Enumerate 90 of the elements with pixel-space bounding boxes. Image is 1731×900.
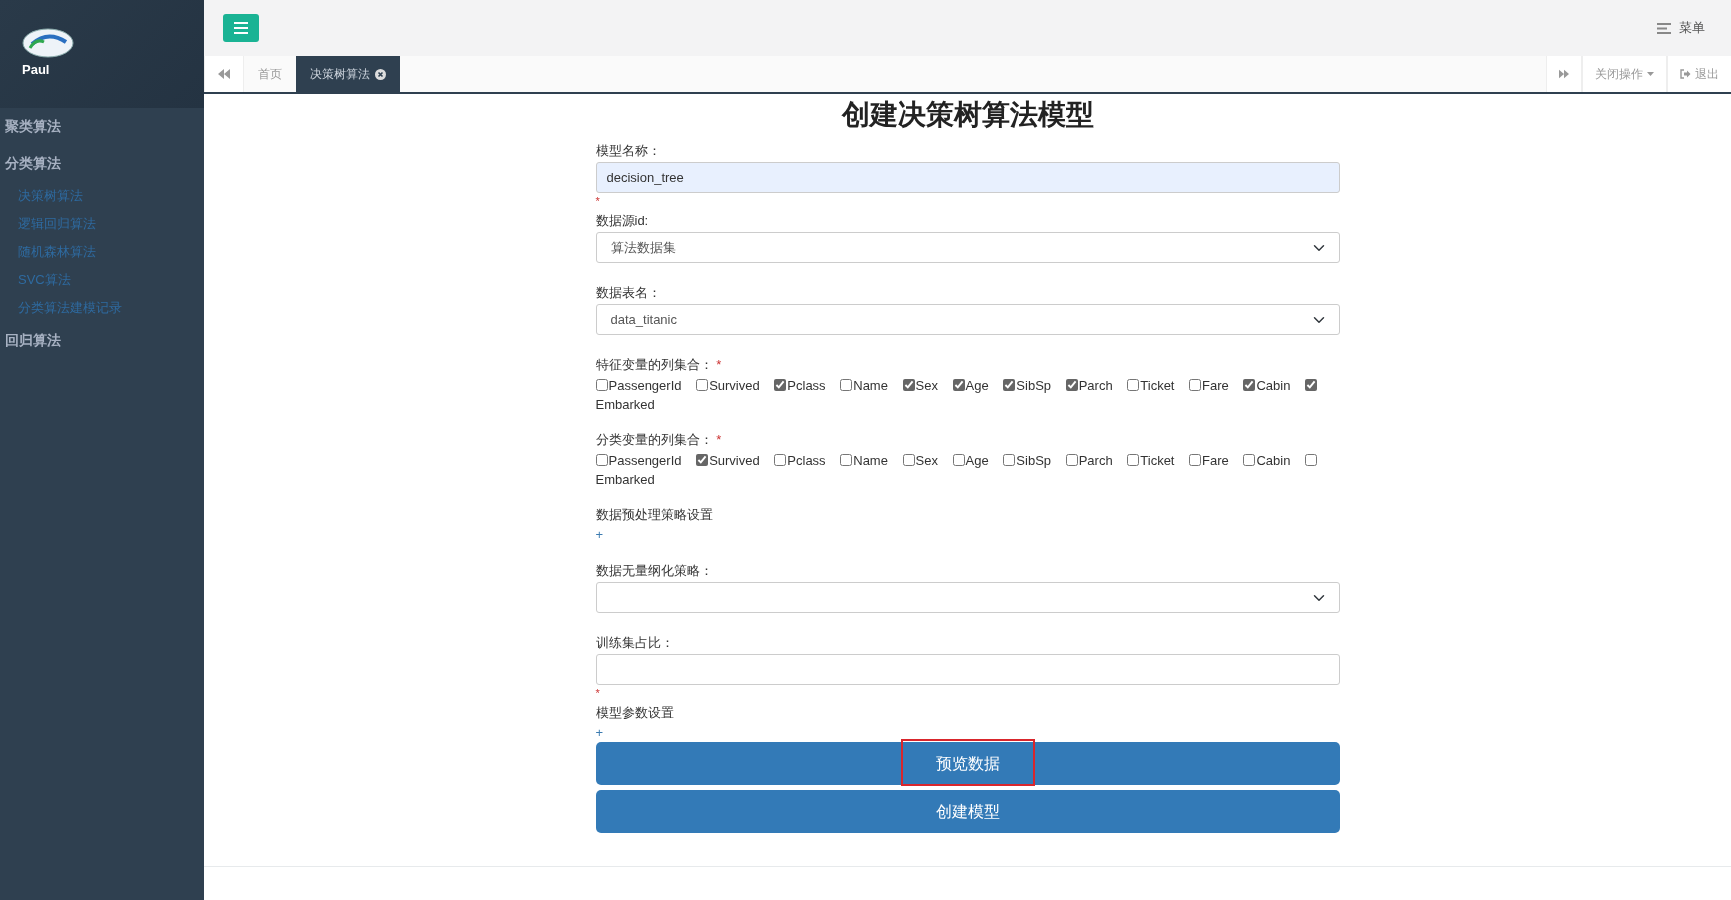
field-label: 特征变量的列集合： <box>595 357 713 372</box>
close-icon[interactable] <box>375 68 386 80</box>
checkbox[interactable] <box>1127 454 1140 466</box>
checkbox-label: Fare <box>1202 378 1229 393</box>
checkbox[interactable] <box>1003 454 1016 466</box>
double-left-arrow-icon <box>218 69 230 79</box>
sidebar-item[interactable]: 回归算法 <box>0 322 204 359</box>
checkbox[interactable] <box>952 379 965 391</box>
checkbox-label: Parch <box>1078 378 1113 393</box>
required-mark: * <box>595 686 601 701</box>
checkbox-label: Survived <box>709 453 760 468</box>
required-mark: * <box>716 357 722 372</box>
checkbox[interactable] <box>1127 379 1140 391</box>
checkbox-label: Ticket <box>1140 453 1175 468</box>
page-title: 创建决策树算法模型 <box>840 98 1095 132</box>
required-mark: * <box>716 432 722 447</box>
user-name: Paul <box>22 61 50 79</box>
field-label: 数据无量纲化策略： <box>595 562 714 580</box>
checkbox[interactable] <box>840 454 853 466</box>
checkbox[interactable] <box>1305 454 1318 466</box>
checkbox[interactable] <box>1189 454 1202 466</box>
tab[interactable]: 决策树算法 <box>296 56 400 92</box>
checkbox-label: PassengerId <box>608 378 682 393</box>
checkbox-label: Ticket <box>1140 378 1175 393</box>
checkbox-label: Cabin <box>1256 378 1291 393</box>
checkbox-label: Survived <box>709 378 760 393</box>
checkbox-label: PassengerId <box>608 453 682 468</box>
caret-icon <box>1647 72 1654 76</box>
field-label: 数据源id: <box>595 212 650 230</box>
submit-button[interactable]: 预览数据 <box>595 742 1340 785</box>
required-mark: * <box>595 194 601 209</box>
checkbox-label: Pclass <box>787 453 826 468</box>
checkbox[interactable] <box>1065 454 1078 466</box>
expand-toggle[interactable]: + <box>595 724 1340 742</box>
menu-icon <box>234 22 248 34</box>
scroll-left-button[interactable] <box>204 56 244 92</box>
checkbox[interactable] <box>1189 379 1202 391</box>
checkbox-label: Name <box>853 378 888 393</box>
checkbox[interactable] <box>1243 379 1256 391</box>
checkbox-label: Sex <box>915 378 938 393</box>
checkbox-label: Embarked <box>595 472 655 487</box>
checkbox[interactable] <box>840 379 853 391</box>
checkbox-label: Age <box>965 378 989 393</box>
checkbox[interactable] <box>696 379 709 391</box>
close-options-dropdown[interactable]: 关闭操作 <box>1582 56 1667 92</box>
double-right-arrow-icon <box>1559 69 1569 79</box>
logo-icon <box>22 28 74 58</box>
logout-button[interactable]: 退出 <box>1667 56 1731 92</box>
checkbox[interactable] <box>952 454 965 466</box>
checkbox[interactable] <box>1243 454 1256 466</box>
sidebar-item[interactable]: 聚类算法 <box>0 108 204 145</box>
field-label: 分类变量的列集合： <box>595 432 713 447</box>
checkbox[interactable] <box>902 454 915 466</box>
field-label: 模型名称： <box>595 142 662 160</box>
checkbox-label: SibSp <box>1016 453 1052 468</box>
checkbox-label: Cabin <box>1256 453 1291 468</box>
checkbox-label: Name <box>853 453 888 468</box>
menu-toggle-button[interactable] <box>223 14 259 42</box>
checkbox[interactable] <box>595 379 608 391</box>
checkbox-label: SibSp <box>1016 378 1052 393</box>
checkbox-label: Sex <box>915 453 938 468</box>
menu-icon <box>1657 22 1671 34</box>
checkbox-label: Embarked <box>595 397 655 412</box>
input-field[interactable] <box>595 654 1340 685</box>
expand-toggle[interactable]: + <box>595 526 1340 544</box>
select-field[interactable] <box>595 582 1340 613</box>
checkbox[interactable] <box>1003 379 1016 391</box>
field-label: 数据表名： <box>595 284 662 302</box>
input-field[interactable]: decision_tree <box>595 162 1340 193</box>
checkbox[interactable] <box>774 454 787 466</box>
checkbox[interactable] <box>902 379 915 391</box>
checkbox[interactable] <box>1305 379 1318 391</box>
checkbox-label: Parch <box>1078 453 1113 468</box>
section-title: 数据预处理策略设置 <box>595 506 714 524</box>
checkbox[interactable] <box>696 454 709 466</box>
checkbox[interactable] <box>595 454 608 466</box>
checkbox-label: Pclass <box>787 378 826 393</box>
sidebar-item[interactable]: 分类算法 <box>0 145 204 182</box>
menu-link[interactable]: 菜单 <box>1679 18 1705 38</box>
checkbox-label: Age <box>965 453 989 468</box>
checkbox[interactable] <box>1065 379 1078 391</box>
select-field[interactable]: data_titanic <box>595 304 1340 335</box>
logout-icon <box>1680 69 1691 79</box>
checkbox[interactable] <box>774 379 787 391</box>
select-field[interactable]: 算法数据集 <box>595 232 1340 263</box>
field-label: 训练集占比： <box>595 634 675 652</box>
section-title: 模型参数设置 <box>595 704 675 722</box>
checkbox-label: Fare <box>1202 453 1229 468</box>
submit-button[interactable]: 创建模型 <box>595 790 1340 833</box>
scroll-right-button[interactable] <box>1546 56 1582 92</box>
